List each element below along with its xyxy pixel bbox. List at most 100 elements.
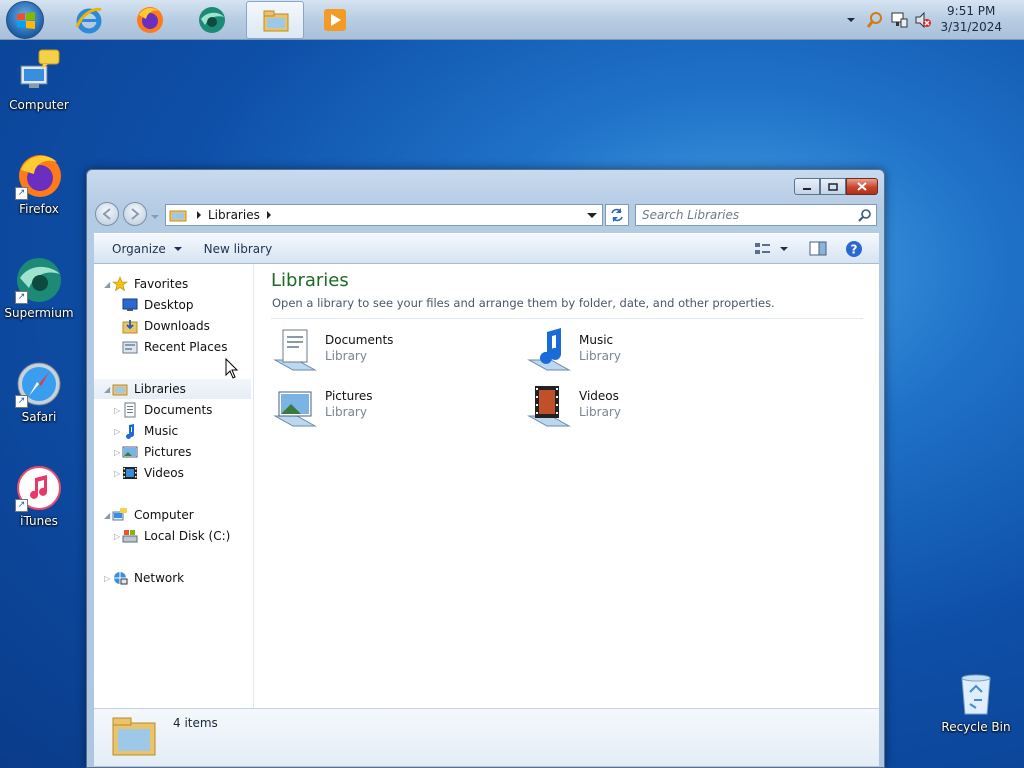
nav-desktop[interactable]: Desktop	[122, 295, 194, 315]
nav-local-disk[interactable]: Local Disk (C:)	[122, 526, 230, 546]
back-arrow-icon	[102, 208, 111, 220]
firefox-icon	[137, 7, 163, 33]
library-documents[interactable]: Documents Library	[271, 326, 491, 376]
nav-downloads[interactable]: Downloads	[122, 316, 210, 336]
collapse-arrow-icon[interactable]: ◢	[104, 512, 112, 520]
command-bar: Organize New library ?	[94, 233, 879, 264]
desktop-icon-recycle-bin[interactable]: Recycle Bin	[938, 670, 1014, 734]
collapse-arrow-icon[interactable]: ◢	[104, 386, 112, 394]
tray-search-icon[interactable]	[866, 10, 884, 30]
nav-libraries[interactable]: Libraries	[94, 379, 251, 399]
library-videos[interactable]: Videos Library	[525, 382, 745, 432]
chevron-up-icon	[847, 18, 855, 22]
show-hidden-icons-button[interactable]	[846, 10, 856, 30]
chevron-right-icon	[197, 211, 201, 219]
chevron-down-icon	[151, 215, 159, 219]
caption-buttons	[794, 178, 878, 196]
desktop-icon	[122, 298, 138, 311]
downloads-icon	[122, 320, 138, 334]
network-icon[interactable]	[890, 10, 908, 30]
nav-recent-places[interactable]: Recent Places	[122, 337, 227, 357]
help-button[interactable]: ?	[845, 240, 863, 261]
expand-arrow-icon[interactable]: ▷	[114, 428, 122, 436]
close-button[interactable]	[846, 178, 878, 195]
chevron-right-icon[interactable]	[264, 210, 274, 220]
expand-arrow-icon[interactable]: ▷	[114, 533, 122, 541]
help-icon: ?	[846, 241, 862, 257]
desktop-icon-safari[interactable]: ↗ Safari	[1, 360, 77, 424]
clock-time: 9:51 PM	[947, 4, 996, 18]
address-bar[interactable]: Libraries	[165, 204, 603, 226]
taskbar-firefox[interactable]	[121, 1, 179, 39]
libraries-icon	[112, 384, 128, 396]
minimize-icon	[803, 187, 811, 190]
music-icon	[126, 424, 135, 439]
desktop-icon-label: Supermium	[4, 306, 74, 320]
library-kind: Library	[579, 349, 621, 363]
desktop-icon-label: Recycle Bin	[941, 720, 1011, 734]
desktop-icon-label: iTunes	[20, 514, 58, 528]
start-button[interactable]	[6, 1, 44, 39]
address-dropdown-icon[interactable]	[586, 211, 598, 221]
desktop-icon-firefox[interactable]: ↗ Firefox	[1, 152, 77, 216]
mouse-cursor-icon	[225, 358, 239, 379]
volume-muted-icon[interactable]	[914, 10, 932, 30]
desktop-icon-itunes[interactable]: ↗ iTunes	[1, 464, 77, 528]
collapse-arrow-icon[interactable]: ◢	[104, 281, 112, 289]
back-button[interactable]	[95, 202, 119, 226]
taskbar-internet-explorer[interactable]	[60, 1, 118, 39]
taskbar-windows-explorer[interactable]	[246, 1, 304, 39]
forward-button[interactable]	[123, 202, 147, 226]
address-crumb[interactable]: Libraries	[208, 208, 260, 222]
refresh-icon	[611, 208, 623, 222]
nav-favorites[interactable]: Favorites	[112, 274, 188, 294]
clock[interactable]: 9:51 PM 3/31/2024	[940, 3, 1002, 35]
shortcut-arrow-icon: ↗	[15, 395, 28, 408]
minimize-button[interactable]	[794, 178, 820, 195]
taskbar-media-player[interactable]	[306, 1, 364, 39]
recent-places-icon	[122, 341, 138, 354]
supermium-icon	[199, 7, 225, 33]
organize-button[interactable]: Organize	[104, 242, 190, 256]
library-pictures[interactable]: Pictures Library	[271, 382, 491, 432]
search-input[interactable]: Search Libraries	[635, 204, 877, 226]
nav-computer[interactable]: Computer	[112, 505, 194, 525]
search-icon	[858, 209, 871, 222]
change-view-button[interactable]	[754, 241, 792, 260]
library-name: Music	[579, 333, 614, 347]
nav-pictures[interactable]: Pictures	[122, 442, 192, 462]
taskbar: 9:51 PM 3/31/2024	[0, 0, 1024, 40]
nav-network[interactable]: Network	[112, 568, 184, 588]
music-library-icon	[527, 328, 571, 371]
nav-music[interactable]: Music	[122, 421, 178, 441]
library-kind: Library	[579, 405, 621, 419]
documents-library-icon	[273, 329, 317, 371]
maximize-button[interactable]	[820, 178, 846, 195]
expand-arrow-icon[interactable]: ▷	[114, 449, 122, 457]
expand-arrow-icon[interactable]: ▷	[114, 470, 122, 478]
taskbar-supermium[interactable]	[183, 1, 241, 39]
refresh-button[interactable]	[605, 204, 629, 226]
nav-documents[interactable]: Documents	[122, 400, 212, 420]
desktop-icon-supermium[interactable]: ↗ Supermium	[1, 256, 77, 320]
recent-pages-button[interactable]	[151, 210, 159, 224]
nav-videos[interactable]: Videos	[122, 463, 184, 483]
shortcut-arrow-icon: ↗	[15, 291, 28, 304]
desktop-icon-computer[interactable]: Computer	[1, 48, 77, 112]
libraries-folder-icon	[112, 717, 156, 756]
internet-explorer-icon	[75, 7, 102, 34]
documents-icon	[124, 402, 136, 418]
forward-arrow-icon	[131, 208, 140, 220]
new-library-button[interactable]: New library	[196, 242, 281, 256]
expand-arrow-icon[interactable]: ▷	[114, 407, 122, 415]
videos-library-icon	[527, 386, 571, 427]
clock-date: 3/31/2024	[940, 20, 1002, 34]
library-music[interactable]: Music Library	[525, 326, 745, 376]
windows-logo-icon	[17, 12, 35, 29]
navigation-pane: ◢ Favorites Desktop Downloads Recent Pla…	[94, 264, 254, 708]
preview-pane-button[interactable]	[809, 241, 827, 260]
expand-arrow-icon[interactable]: ▷	[104, 575, 112, 583]
explorer-window: Libraries Search Libraries Organize New …	[86, 169, 885, 768]
divider	[271, 318, 863, 319]
chevron-down-icon	[173, 246, 182, 251]
